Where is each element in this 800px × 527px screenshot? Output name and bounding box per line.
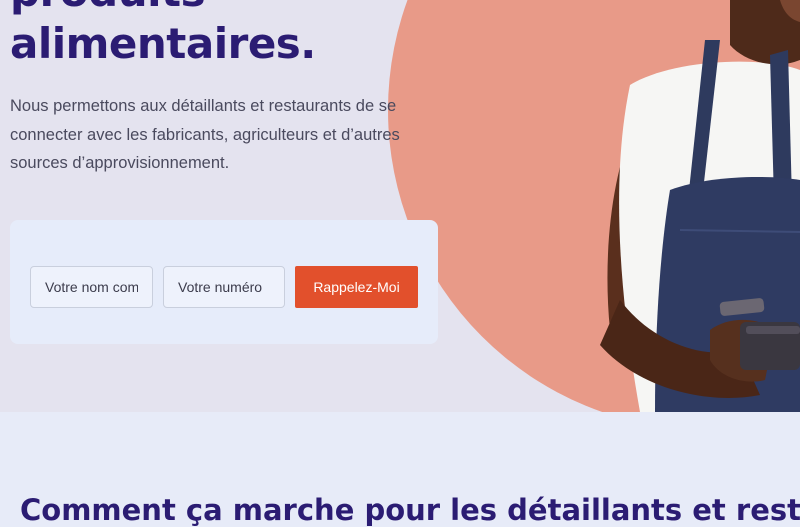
callback-button[interactable]: Rappelez-Moi <box>295 266 418 308</box>
hero-headline-line-2: alimentaires. <box>10 19 316 68</box>
phone-input[interactable] <box>163 266 285 308</box>
hero-section: produits alimentaires. Nous permettons a… <box>0 0 800 412</box>
hero-headline: produits alimentaires. <box>10 0 450 70</box>
page: produits alimentaires. Nous permettons a… <box>0 0 800 527</box>
hero-person-illustration <box>600 0 800 412</box>
name-input[interactable] <box>30 266 153 308</box>
hero-headline-line-1: produits <box>10 0 450 18</box>
section-title: Comment ça marche pour les détaillants e… <box>20 493 800 527</box>
how-it-works-section: Comment ça marche pour les détaillants e… <box>0 412 800 527</box>
callback-form: Rappelez-Moi <box>10 220 438 344</box>
hero-lead-text: Nous permettons aux détaillants et resta… <box>10 97 400 172</box>
